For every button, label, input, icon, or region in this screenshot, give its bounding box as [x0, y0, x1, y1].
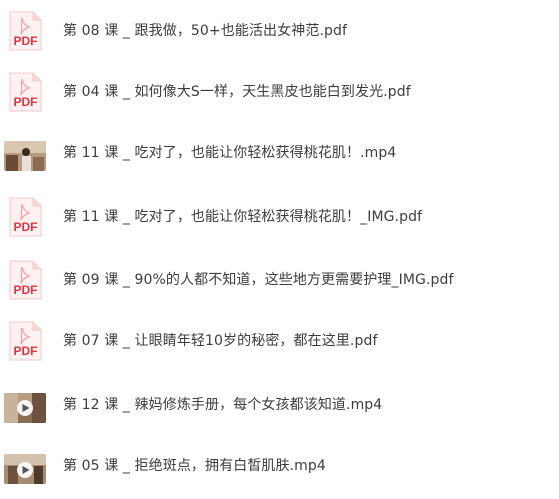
svg-text:PDF: PDF [14, 220, 38, 234]
pdf-file-icon: PDF [6, 11, 46, 51]
file-row[interactable]: PDF 第 09 课 _ 90%的人都不知道，这些地方更需要护理_IMG.pdf [0, 255, 559, 305]
svg-text:PDF: PDF [14, 34, 38, 48]
file-row[interactable]: PDF 第 07 课 _ 让眼睛年轻10岁的秘密，都在这里.pdf [0, 316, 559, 366]
file-row[interactable]: 第 11 课 _ 吃对了，也能让你轻松获得桃花肌！.mp4 [0, 128, 559, 178]
video-thumbnail [4, 454, 46, 484]
pdf-file-icon: PDF [6, 260, 46, 300]
file-name: 第 11 课 _ 吃对了，也能让你轻松获得桃花肌！_IMG.pdf [63, 209, 423, 225]
file-name: 第 12 课 _ 辣妈修炼手册，每个女孩都该知道.mp4 [63, 397, 383, 413]
file-name: 第 08 课 _ 跟我做，50+也能活出女神范.pdf [63, 23, 348, 39]
pdf-file-icon: PDF [6, 197, 46, 237]
pdf-file-icon: PDF [6, 72, 46, 112]
file-name: 第 04 课 _ 如何像大S一样，天生黑皮也能白到发光.pdf [63, 84, 411, 100]
svg-text:PDF: PDF [14, 95, 38, 109]
svg-text:PDF: PDF [14, 344, 38, 358]
file-row[interactable]: PDF 第 11 课 _ 吃对了，也能让你轻松获得桃花肌！_IMG.pdf [0, 192, 559, 242]
file-name: 第 07 课 _ 让眼睛年轻10岁的秘密，都在这里.pdf [63, 333, 378, 349]
file-row[interactable]: PDF 第 08 课 _ 跟我做，50+也能活出女神范.pdf [0, 6, 559, 56]
file-row[interactable]: 第 12 课 _ 辣妈修炼手册，每个女孩都该知道.mp4 [0, 380, 559, 430]
file-list: PDF 第 08 课 _ 跟我做，50+也能活出女神范.pdf PDF 第 04… [0, 0, 559, 499]
file-row[interactable]: 第 05 课 _ 拒绝斑点，拥有白皙肌肤.mp4 [0, 441, 559, 491]
pdf-file-icon: PDF [6, 321, 46, 361]
file-name: 第 11 课 _ 吃对了，也能让你轻松获得桃花肌！.mp4 [63, 145, 397, 161]
file-row[interactable]: PDF 第 04 课 _ 如何像大S一样，天生黑皮也能白到发光.pdf [0, 67, 559, 117]
file-name: 第 05 课 _ 拒绝斑点，拥有白皙肌肤.mp4 [63, 458, 326, 474]
file-name: 第 09 课 _ 90%的人都不知道，这些地方更需要护理_IMG.pdf [63, 272, 454, 288]
video-thumbnail [4, 141, 46, 171]
video-thumbnail [4, 393, 46, 423]
svg-text:PDF: PDF [14, 283, 38, 297]
